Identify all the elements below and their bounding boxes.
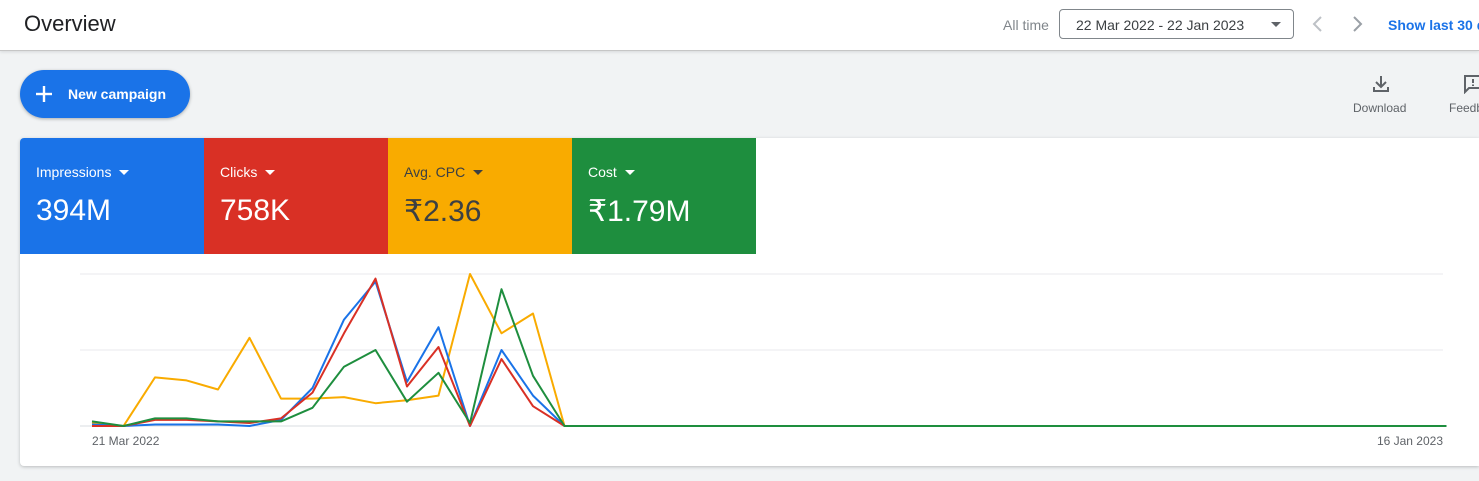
performance-card: Impressions 394M Clicks 758K Avg. CPC ₹2… — [20, 138, 1479, 466]
date-range-text: 22 Mar 2022 - 22 Jan 2023 — [1076, 17, 1245, 33]
show-last-30-days-link[interactable]: Show last 30 d — [1388, 17, 1479, 33]
caret-down-icon — [1271, 22, 1281, 27]
series-line-1 — [91, 280, 1447, 427]
metric-label: Avg. CPC — [404, 164, 484, 180]
caret-down-icon[interactable] — [624, 170, 635, 175]
x-axis-label-end: 16 Jan 2023 — [1377, 434, 1443, 448]
download-button[interactable]: Download — [1350, 74, 1412, 118]
download-label: Download — [1353, 101, 1407, 115]
date-range-preset-label: All time — [1003, 17, 1049, 33]
chevron-right-icon[interactable] — [1347, 14, 1367, 34]
plus-icon — [36, 86, 52, 102]
metric-tile-impressions[interactable]: Impressions 394M — [20, 138, 204, 254]
feedback-label: Feedback — [1449, 101, 1479, 115]
metric-label: Clicks — [220, 164, 276, 180]
metric-tile-avg-cpc[interactable]: Avg. CPC ₹2.36 — [388, 138, 572, 254]
metric-tile-clicks[interactable]: Clicks 758K — [204, 138, 388, 254]
caret-down-icon[interactable] — [119, 170, 130, 175]
metric-tile-cost[interactable]: Cost ₹1.79M — [572, 138, 756, 254]
chevron-left-icon[interactable] — [1308, 14, 1328, 34]
new-campaign-label: New campaign — [68, 86, 167, 102]
caret-down-icon[interactable] — [473, 170, 484, 175]
performance-line-chart[interactable]: 21 Mar 2022 16 Jan 2023 — [20, 254, 1479, 466]
top-bar: Overview All time 22 Mar 2022 - 22 Jan 2… — [0, 0, 1479, 51]
metric-label: Impressions — [36, 164, 130, 180]
new-campaign-button[interactable]: New campaign — [20, 70, 190, 118]
feedback-button[interactable]: Feedback — [1448, 74, 1479, 118]
metric-label: Cost — [588, 164, 635, 180]
x-axis-label-start: 21 Mar 2022 — [92, 434, 160, 448]
metric-value: ₹1.79M — [588, 195, 691, 228]
caret-down-icon[interactable] — [265, 170, 276, 175]
date-range-picker[interactable]: 22 Mar 2022 - 22 Jan 2023 — [1059, 9, 1294, 39]
metric-value: ₹2.36 — [404, 195, 482, 228]
page-title: Overview — [24, 11, 116, 36]
feedback-icon — [1464, 75, 1479, 94]
chart-grid — [80, 273, 1443, 427]
metric-value: 758K — [220, 194, 291, 227]
metric-label-text: Avg. CPC — [404, 164, 466, 180]
metric-label-text: Impressions — [36, 164, 112, 180]
metric-value: 394M — [36, 194, 112, 227]
download-icon — [1373, 76, 1389, 92]
metric-label-text: Cost — [588, 164, 617, 180]
series-line-2 — [92, 277, 1447, 427]
metric-label-text: Clicks — [220, 164, 258, 180]
